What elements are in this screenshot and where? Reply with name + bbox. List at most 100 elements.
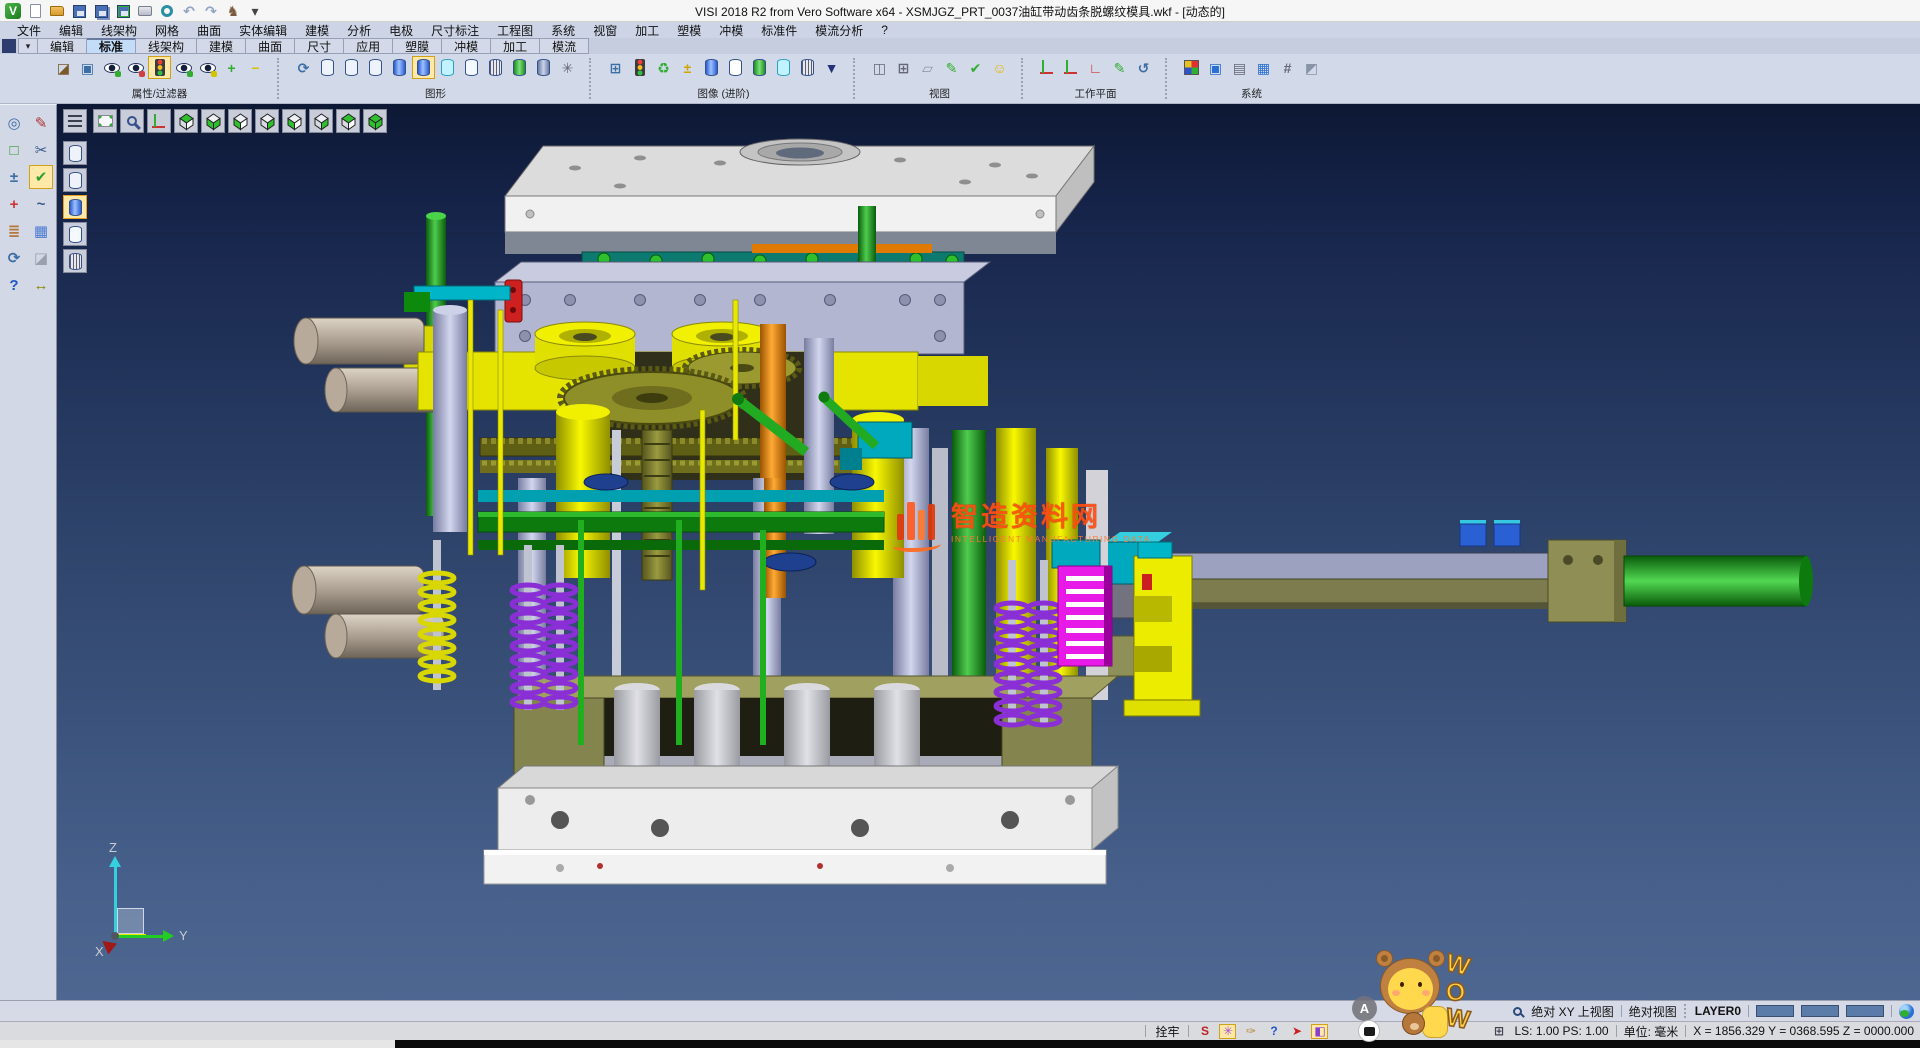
transparent-display-icon[interactable] — [436, 56, 459, 79]
toggle-visibility-icon[interactable] — [196, 56, 219, 79]
hidden-line-display-icon[interactable] — [340, 56, 363, 79]
perspective-grid-icon[interactable]: ◩ — [1300, 56, 1323, 79]
workplane-align-icon[interactable] — [1060, 56, 1083, 79]
verified-view-icon[interactable] — [748, 56, 771, 79]
qat-more-icon[interactable]: ▾ V — [246, 2, 264, 20]
visi-logo[interactable]: V — [4, 2, 22, 20]
zoom-selection-icon[interactable]: ◎ — [2, 111, 26, 135]
lock-label[interactable]: 拴牢 — [1153, 1023, 1181, 1040]
attribute-stack-icon[interactable]: ≣ — [2, 219, 26, 243]
menu-mold[interactable]: 塑模 — [668, 22, 710, 39]
show-entities-icon[interactable] — [100, 56, 123, 79]
cone-view-icon[interactable]: ▼ — [820, 56, 843, 79]
tab-caret-icon[interactable]: ▾ — [18, 38, 38, 54]
units-label[interactable]: 单位: 毫米 — [1624, 1023, 1679, 1040]
solid-view-icon[interactable] — [700, 56, 723, 79]
menu-system[interactable]: 系统 — [542, 22, 584, 39]
graphics-tools-icon[interactable]: ✳ — [556, 56, 579, 79]
menu-standard-parts[interactable]: 标准件 — [752, 22, 806, 39]
view-left-icon[interactable] — [282, 109, 306, 133]
add-cubes-icon[interactable]: ⊞ — [604, 56, 627, 79]
search-icon[interactable] — [1513, 1007, 1522, 1016]
view-top-icon[interactable] — [174, 109, 198, 133]
regen-graphics-icon[interactable]: ⟳ — [292, 56, 315, 79]
menu-file[interactable]: 文件 — [8, 22, 50, 39]
show-all-icon[interactable]: + — [220, 56, 243, 79]
view-right-icon[interactable] — [309, 109, 333, 133]
open-file-icon[interactable]: V — [48, 2, 66, 20]
undo-icon[interactable]: ↶ V — [180, 2, 198, 20]
solid-mode-icon[interactable]: ◧ — [1311, 1024, 1328, 1039]
view-back-icon[interactable] — [255, 109, 279, 133]
hide-all-icon[interactable]: − — [244, 56, 267, 79]
workplane-entity-icon[interactable]: ∟ — [1084, 56, 1107, 79]
menu-surface[interactable]: 曲面 — [188, 22, 230, 39]
tab-machining[interactable]: 加工 — [491, 38, 540, 54]
window-layout-icon[interactable]: ⊞ — [1490, 1024, 1507, 1039]
menu-die[interactable]: 冲模 — [710, 22, 752, 39]
ucs-axis-icon[interactable]: + — [2, 192, 26, 216]
viewport-menu-icon[interactable] — [63, 109, 87, 133]
layer-color-swatch-2[interactable] — [1801, 1005, 1839, 1017]
erase-icon[interactable]: ✎ — [29, 111, 53, 135]
modify-attributes-icon[interactable]: ◪ — [52, 56, 75, 79]
save-all-icon[interactable]: V — [114, 2, 132, 20]
tab-die[interactable]: 冲模 — [442, 38, 491, 54]
print-icon[interactable]: V — [136, 2, 154, 20]
display-shaded-icon[interactable] — [63, 195, 87, 219]
tab-flow[interactable]: 模流 — [540, 38, 589, 54]
confirm-check-icon[interactable]: ✔ — [29, 165, 53, 189]
stamp-icon[interactable]: ✑ — [1242, 1024, 1259, 1039]
layer-color-swatch-3[interactable] — [1846, 1005, 1884, 1017]
annotate-view-icon[interactable]: ✎ — [940, 56, 963, 79]
zoom-dynamic-icon[interactable] — [120, 109, 144, 133]
preview-icon[interactable]: V — [158, 2, 176, 20]
four-view-icon[interactable]: ⊞ — [892, 56, 915, 79]
copy-graphics-icon[interactable] — [532, 56, 555, 79]
tab-modeling[interactable]: 建模 — [197, 38, 246, 54]
redo-icon[interactable]: ↷ V — [202, 2, 220, 20]
menu-edit[interactable]: 编辑 — [50, 22, 92, 39]
zoom-plus-minus-icon[interactable]: ± — [2, 165, 26, 189]
menu-flow-analysis[interactable]: 模流分析 — [806, 22, 872, 39]
toggle-image-icon[interactable]: ± — [676, 56, 699, 79]
menu-window[interactable]: 视窗 — [584, 22, 626, 39]
refresh-visibility-icon[interactable] — [172, 56, 195, 79]
menu-help[interactable]: ? — [872, 23, 897, 37]
menu-mesh[interactable]: 网格 — [146, 22, 188, 39]
macro-icon[interactable]: ♞ V — [224, 2, 242, 20]
drafting-plane-icon[interactable]: ▱ — [916, 56, 939, 79]
ghost-display-icon[interactable] — [460, 56, 483, 79]
calculator-icon[interactable]: # — [1276, 56, 1299, 79]
two-view-icon[interactable]: ◫ — [868, 56, 891, 79]
menu-solid-edit[interactable]: 实体编辑 — [230, 22, 296, 39]
menu-drawing[interactable]: 工程图 — [488, 22, 542, 39]
tab-wireframe[interactable]: 线架构 — [136, 38, 197, 54]
workplane-edit-icon[interactable]: ✎ — [1108, 56, 1131, 79]
active-layer-label[interactable]: LAYER0 — [1695, 1004, 1741, 1018]
menu-machining[interactable]: 加工 — [626, 22, 668, 39]
view-bottom-icon[interactable] — [201, 109, 225, 133]
wireframe-display-icon[interactable] — [316, 56, 339, 79]
glass-view-icon[interactable] — [772, 56, 795, 79]
display-wireframe-icon[interactable] — [63, 141, 87, 165]
ucs-icon[interactable] — [147, 109, 171, 133]
menu-electrode[interactable]: 电极 — [380, 22, 422, 39]
help-icon[interactable]: ? — [2, 273, 26, 297]
display-hidden-icon[interactable] — [63, 168, 87, 192]
globe-icon[interactable] — [1899, 1004, 1914, 1019]
display-ghost-icon[interactable] — [63, 222, 87, 246]
tab-standard[interactable]: 标准 — [87, 38, 136, 54]
solid-cube-icon[interactable]: ◪ — [29, 246, 53, 270]
view-iso-icon[interactable] — [336, 109, 360, 133]
tab-edit[interactable]: 编辑 — [38, 38, 87, 54]
topology-icon[interactable]: ➤ — [1288, 1024, 1305, 1039]
recycle-image-icon[interactable]: ♻ — [652, 56, 675, 79]
regen-icon[interactable]: ⟳ — [2, 246, 26, 270]
curve-tool-icon[interactable]: ~ — [29, 192, 53, 216]
film-icon[interactable]: ▤ — [1228, 56, 1251, 79]
render-settings-icon[interactable]: ▣ — [1204, 56, 1227, 79]
color-palette-icon[interactable] — [1180, 56, 1203, 79]
menu-wireframe[interactable]: 线架构 — [92, 22, 146, 39]
new-file-icon[interactable]: V — [26, 2, 44, 20]
